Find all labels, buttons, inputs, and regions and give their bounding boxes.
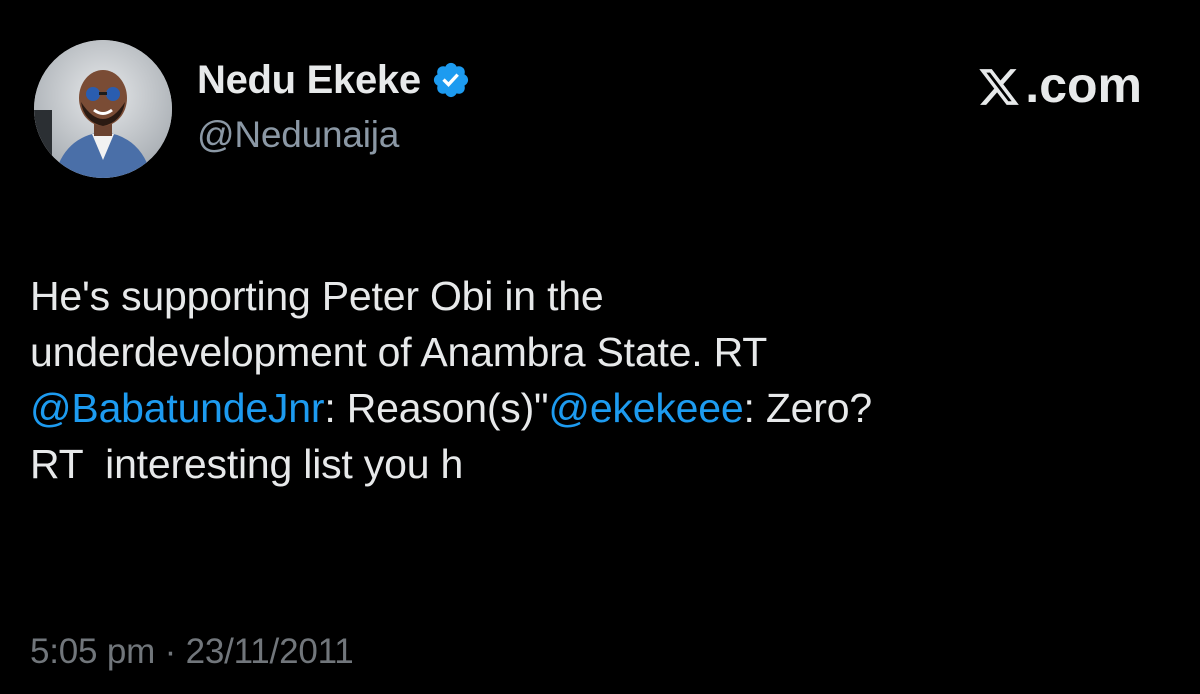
brand-domain: .com	[1025, 57, 1142, 113]
tweet-text-segment: : Zero?	[743, 385, 872, 431]
author-handle[interactable]: @Nedunaija	[197, 114, 471, 156]
author-display-name[interactable]: Nedu Ekeke	[197, 58, 421, 103]
tweet-card: Nedu Ekeke @Nedunaija .com He's supporti…	[0, 0, 1200, 694]
mention-link[interactable]: @ekekeee	[548, 385, 743, 431]
tweet-text-line-2: underdevelopment of Anambra State. RT	[30, 329, 768, 375]
author-info: Nedu Ekeke @Nedunaija	[197, 54, 471, 156]
profile-photo-icon	[34, 40, 172, 178]
avatar[interactable]	[34, 40, 172, 178]
mention-link[interactable]: @BabatundeJnr	[30, 385, 325, 431]
x-brand: .com	[977, 56, 1142, 114]
tweet-text: He's supporting Peter Obi in the underde…	[30, 268, 1170, 492]
name-row: Nedu Ekeke	[197, 54, 471, 106]
tweet-text-line-1: He's supporting Peter Obi in the	[30, 273, 604, 319]
x-logo-icon	[977, 63, 1021, 107]
verified-badge-icon	[431, 60, 471, 100]
tweet-text-line-3: @BabatundeJnr: Reason(s)"@ekekeee: Zero?	[30, 380, 1170, 436]
tweet-text-line-4: RT interesting list you h	[30, 441, 464, 487]
tweet-text-segment: : Reason(s)"	[324, 385, 549, 431]
tweet-timestamp[interactable]: 5:05 pm · 23/11/2011	[30, 632, 354, 672]
